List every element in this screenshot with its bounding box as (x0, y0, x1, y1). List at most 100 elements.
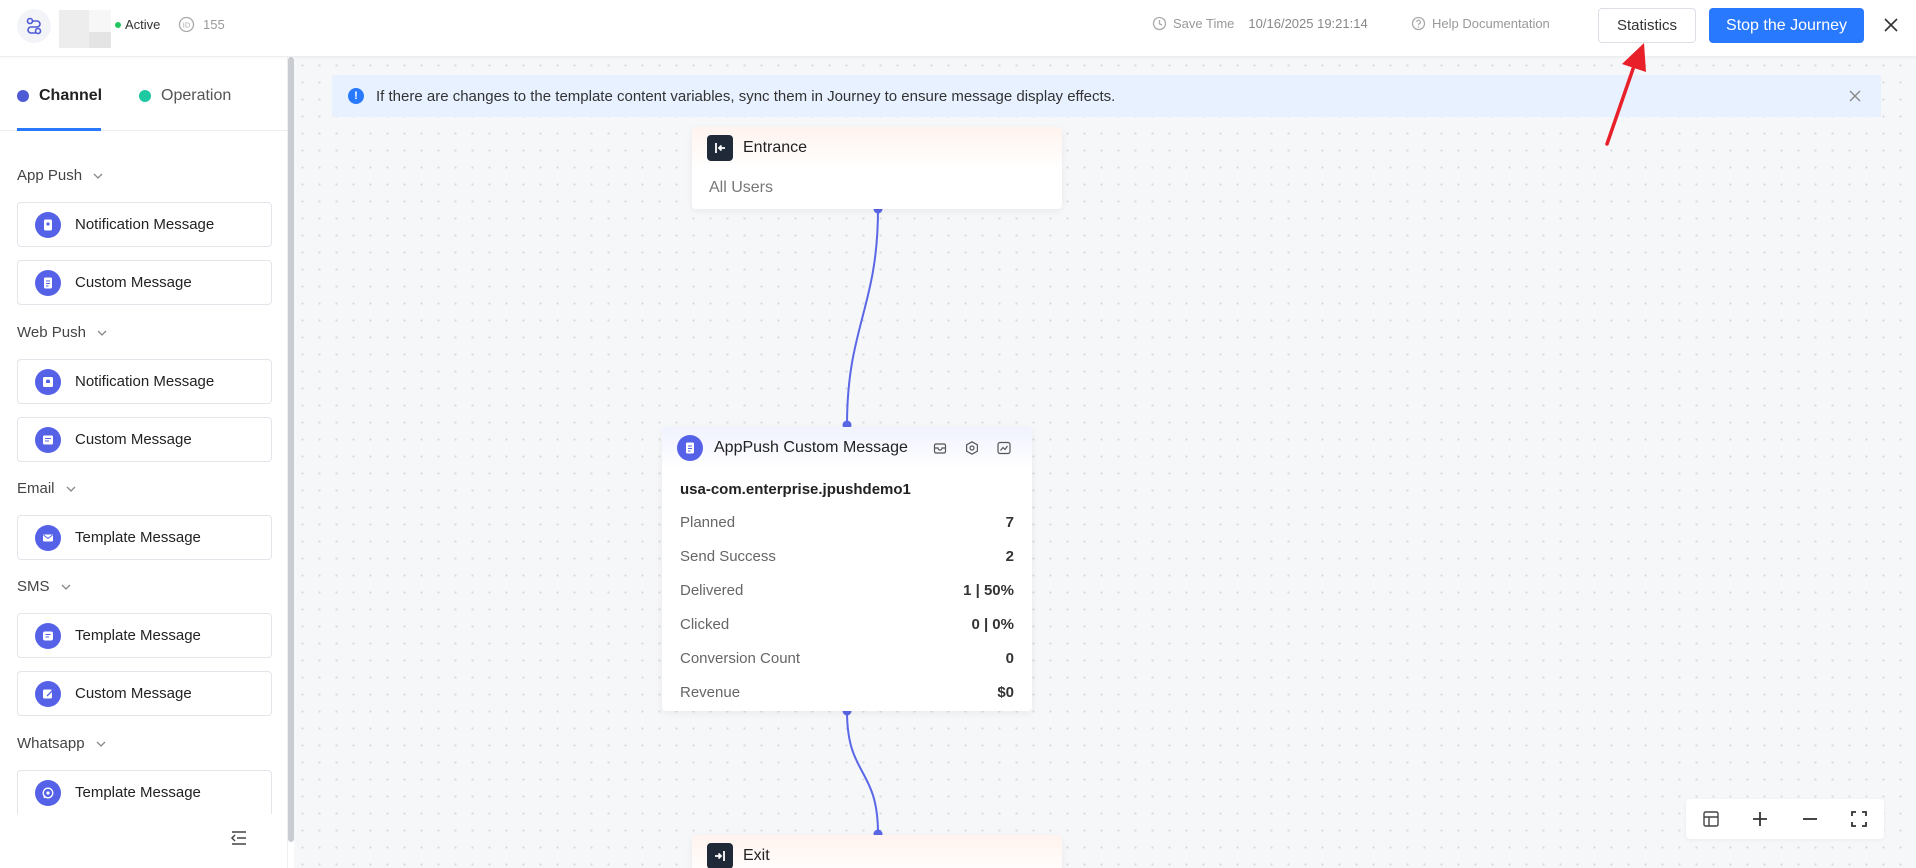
info-icon: ! (348, 88, 364, 104)
journey-logo-icon (17, 9, 51, 43)
zoom-out-icon[interactable] (1800, 809, 1820, 829)
item-label: Template Message (75, 784, 201, 801)
group-sms[interactable]: SMS (17, 578, 72, 595)
item-email-template-message[interactable]: Template Message (17, 515, 272, 560)
chevron-down-icon (61, 584, 70, 590)
item-label: Notification Message (75, 373, 215, 390)
item-label: Custom Message (75, 431, 192, 448)
chevron-down-icon (66, 486, 75, 492)
group-label: App Push (17, 167, 83, 184)
mail-icon (35, 524, 61, 551)
entrance-audience: All Users (709, 179, 774, 196)
group-label: Whatsapp (17, 735, 85, 752)
auto-layout-icon[interactable] (1701, 809, 1721, 829)
metric-delivered: Delivered 1 | 50% (662, 573, 1032, 607)
sidebar-scrollbar[interactable] (288, 57, 294, 842)
save-time: Save Time 10/16/2025 19:21:14 (1152, 16, 1368, 31)
metric-planned: Planned 7 (662, 505, 1032, 539)
stop-journey-button[interactable]: Stop the Journey (1709, 8, 1864, 43)
item-whatsapp-template-message[interactable]: Template Message (17, 770, 272, 814)
journey-thumbnail (59, 10, 111, 48)
fullscreen-icon[interactable] (1849, 809, 1869, 829)
tab-channel-label: Channel (39, 87, 103, 104)
metric-label: Revenue (680, 683, 741, 701)
metric-label: Clicked (680, 615, 730, 633)
notice-text: If there are changes to the template con… (376, 87, 1116, 105)
edge-entrance-to-message (846, 208, 879, 426)
custom-message-icon (677, 435, 703, 461)
operation-dot-icon (139, 90, 151, 102)
entrance-node-header: Entrance (692, 127, 1062, 169)
edit-message-icon (35, 680, 61, 707)
exit-node[interactable]: Exit (692, 835, 1062, 868)
settings-icon[interactable] (964, 440, 980, 456)
chevron-down-icon (96, 741, 106, 747)
item-label: Template Message (75, 529, 201, 546)
metric-send-success: Send Success 2 (662, 539, 1032, 573)
metric-label: Delivered (680, 581, 744, 599)
item-web-push-notification-message[interactable]: Notification Message (17, 359, 272, 404)
notification-icon (35, 368, 61, 395)
journey-id: ID 155 (178, 16, 225, 33)
archive-icon[interactable] (932, 440, 948, 456)
chevron-down-icon (93, 173, 103, 179)
exit-node-header: Exit (692, 835, 1062, 868)
metric-label: Planned (680, 513, 736, 531)
entrance-node[interactable]: Entrance All Users (692, 127, 1062, 209)
metric-label: Send Success (680, 547, 776, 565)
statistics-button[interactable]: Statistics (1598, 8, 1696, 43)
group-web-push[interactable]: Web Push (17, 324, 108, 341)
entrance-title: Entrance (743, 139, 808, 156)
journey-edges (842, 204, 883, 839)
zoom-in-icon[interactable] (1750, 809, 1770, 829)
sms-icon (35, 622, 61, 649)
item-sms-custom-message[interactable]: Custom Message (17, 671, 272, 716)
channel-dot-icon (17, 90, 29, 102)
metric-value: 1 | 50% (963, 581, 1014, 599)
message-node-header: AppPush Custom Message (662, 427, 1032, 469)
item-app-push-custom-message[interactable]: Custom Message (17, 260, 272, 305)
item-sms-template-message[interactable]: Template Message (17, 613, 272, 658)
exit-icon (707, 843, 733, 868)
notification-icon (35, 211, 61, 238)
status-dot-icon (115, 21, 121, 28)
metric-value: 0 | 0% (971, 615, 1014, 633)
metric-value: 0 (1005, 649, 1014, 667)
group-whatsapp[interactable]: Whatsapp (17, 735, 107, 752)
group-label: Email (17, 480, 55, 497)
metric-value: 2 (1005, 547, 1014, 565)
journey-id-value: 155 (203, 17, 225, 32)
item-label: Custom Message (75, 685, 192, 702)
journey-canvas[interactable]: ! If there are changes to the template c… (294, 57, 1916, 868)
close-notice-icon[interactable] (1847, 88, 1863, 104)
tab-channel[interactable]: Channel (17, 87, 102, 105)
item-web-push-custom-message[interactable]: Custom Message (17, 417, 272, 462)
help-documentation-link[interactable]: Help Documentation (1411, 16, 1550, 31)
entrance-icon (707, 135, 733, 161)
collapse-sidebar-icon[interactable] (228, 827, 250, 849)
apppush-custom-message-node[interactable]: AppPush Custom Message usa-com.enterpris… (662, 427, 1032, 711)
svg-text:ID: ID (183, 22, 190, 30)
canvas-zoom-controls (1686, 799, 1884, 839)
active-tab-indicator (17, 128, 101, 131)
group-email[interactable]: Email (17, 480, 77, 497)
help-icon (1411, 16, 1426, 31)
group-label: Web Push (17, 324, 86, 341)
item-app-push-notification-message[interactable]: Notification Message (17, 202, 272, 247)
group-app-push[interactable]: App Push (17, 167, 104, 184)
chevron-down-icon (97, 330, 107, 336)
help-documentation-label: Help Documentation (1432, 16, 1550, 31)
group-label: SMS (17, 578, 50, 595)
custom-message-icon (35, 426, 61, 453)
close-icon[interactable] (1880, 14, 1902, 36)
item-label: Template Message (75, 627, 201, 644)
annotation-arrow-icon (1605, 43, 1646, 146)
sidebar-tabs: Channel Operation (0, 57, 288, 131)
metric-revenue: Revenue $0 (662, 675, 1032, 709)
message-node-tools (932, 440, 1012, 456)
status-text: Active (125, 17, 161, 32)
whatsapp-icon (35, 779, 61, 806)
tab-operation[interactable]: Operation (139, 87, 231, 105)
id-icon: ID (178, 16, 195, 33)
chart-icon[interactable] (996, 440, 1012, 456)
